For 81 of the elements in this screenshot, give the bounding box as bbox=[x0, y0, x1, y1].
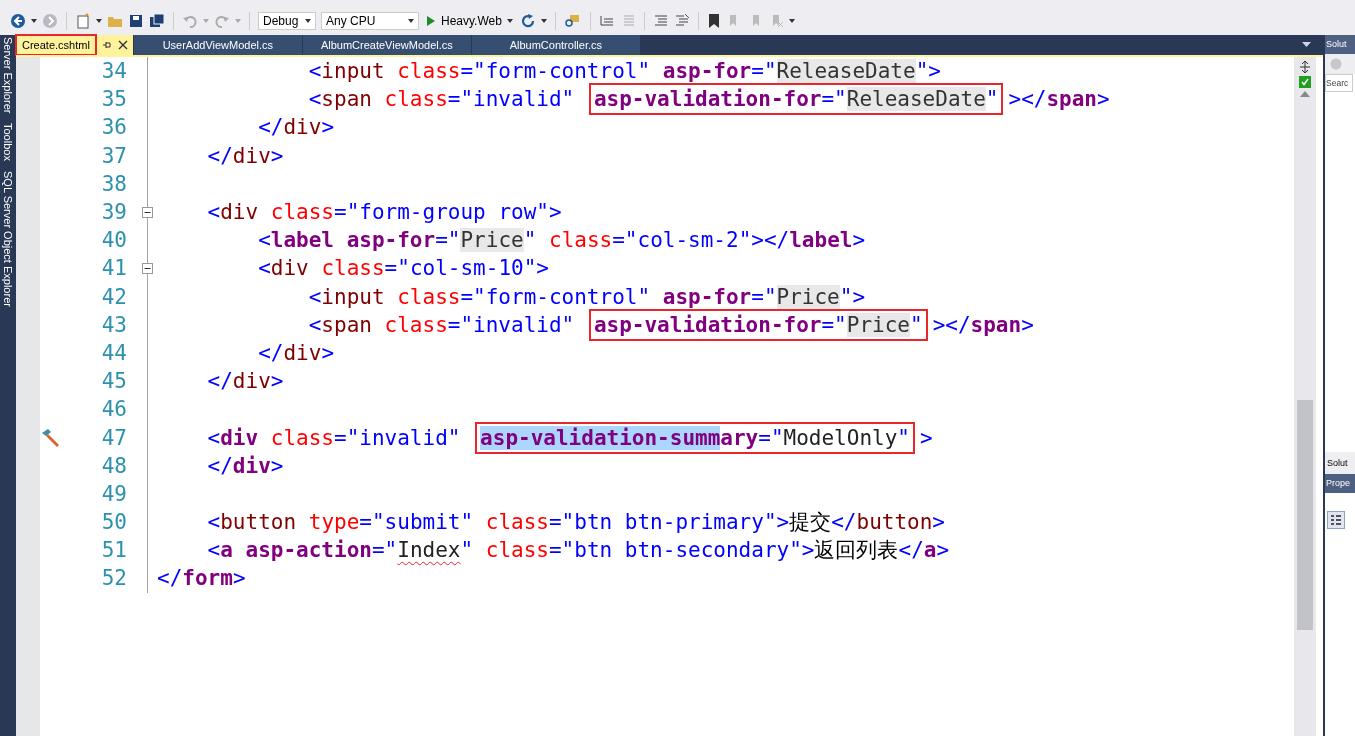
line-number: 51 bbox=[100, 538, 127, 563]
categorized-icon[interactable] bbox=[1327, 511, 1346, 529]
bookmark-icon[interactable] bbox=[706, 12, 721, 29]
panel-title: Solut bbox=[1325, 35, 1355, 54]
side-tab[interactable]: Server Explorer bbox=[0, 37, 16, 114]
close-icon[interactable] bbox=[117, 40, 128, 50]
line-number: 37 bbox=[100, 143, 127, 168]
code-text: </div> bbox=[258, 340, 335, 365]
line-number: 40 bbox=[100, 228, 127, 253]
pin-icon[interactable] bbox=[101, 40, 112, 50]
file-tab[interactable]: Create.cshtml bbox=[16, 35, 96, 55]
comment-icon[interactable] bbox=[652, 12, 669, 29]
search-field[interactable]: Searc bbox=[1325, 74, 1354, 92]
annotation-box: asp-validation-for="ReleaseDate" bbox=[588, 83, 1004, 116]
code-text: ></span> bbox=[932, 312, 1034, 337]
code-text: <label asp-for="Price" class="col-sm-2"></label> bbox=[258, 228, 866, 253]
panel-title: Prope bbox=[1325, 474, 1355, 493]
play-icon bbox=[426, 14, 436, 27]
file-tab[interactable]: AlbumController.cs bbox=[471, 35, 640, 55]
line-number: 45 bbox=[100, 369, 127, 394]
back-icon[interactable] bbox=[10, 12, 26, 29]
hammer-icon[interactable] bbox=[40, 427, 62, 448]
check-icon bbox=[1299, 76, 1312, 88]
new-item-icon[interactable] bbox=[75, 12, 91, 29]
code-text: <input class="form-control" asp-for="ReleaseDate"> bbox=[308, 59, 941, 84]
annotation-box: asp-validation-summary="ModelOnly" bbox=[475, 421, 915, 454]
caret-icon[interactable] bbox=[31, 18, 37, 23]
line-number: 49 bbox=[100, 481, 127, 506]
find-icon[interactable] bbox=[563, 12, 582, 29]
code-text: <div class="form-group row"> bbox=[207, 200, 562, 225]
platform-dropdown[interactable]: Any CPU bbox=[321, 11, 419, 30]
panel-tab[interactable]: Solut bbox=[1325, 452, 1355, 474]
split-icon[interactable] bbox=[1299, 61, 1312, 73]
line-number: 34 bbox=[100, 59, 127, 84]
side-tab[interactable]: SQL Server Object Explorer bbox=[0, 171, 16, 308]
file-tab[interactable]: UserAddViewModel.cs bbox=[133, 35, 302, 55]
code-text: </div> bbox=[207, 143, 284, 168]
line-number: 36 bbox=[100, 115, 127, 140]
caret-icon[interactable] bbox=[788, 18, 795, 23]
code-text: </div> bbox=[207, 369, 284, 394]
line-number: 43 bbox=[100, 312, 127, 337]
uncomment-icon[interactable] bbox=[673, 12, 690, 29]
caret-icon[interactable] bbox=[96, 18, 102, 23]
line-number: 38 bbox=[100, 171, 127, 196]
save-icon[interactable] bbox=[128, 12, 144, 29]
annotation-box: asp-validation-for="Price" bbox=[588, 308, 928, 341]
code-text: <div class="invalid" bbox=[207, 425, 462, 450]
line-number: 41 bbox=[100, 256, 127, 281]
code-text: <button type="submit" class="btn btn-primary">提交</button> bbox=[207, 509, 945, 537]
line-number: 48 bbox=[100, 453, 127, 478]
line-number: 52 bbox=[100, 566, 127, 591]
dropdown-icon[interactable] bbox=[1302, 42, 1312, 48]
caret-icon[interactable] bbox=[540, 18, 547, 23]
code-text: <a asp-action="Index" class="btn btn-secondary">返回列表</a> bbox=[207, 537, 950, 565]
code-text: <div class="col-sm-10"> bbox=[258, 256, 549, 281]
line-number: 47 bbox=[100, 425, 127, 450]
line-number: 35 bbox=[100, 87, 127, 112]
line-number: 46 bbox=[100, 397, 127, 422]
collapse-icon[interactable] bbox=[142, 262, 153, 274]
code-text: > bbox=[920, 425, 933, 450]
scrollbar-thumb[interactable] bbox=[1297, 400, 1314, 630]
file-tab[interactable]: AlbumCreateViewModel.cs bbox=[302, 35, 471, 55]
code-text: </div> bbox=[207, 453, 284, 478]
line-number: 50 bbox=[100, 510, 127, 535]
configuration-dropdown[interactable]: Debug bbox=[258, 11, 316, 30]
collapse-icon[interactable] bbox=[142, 206, 153, 218]
code-text: <span class="invalid" bbox=[308, 312, 576, 337]
code-text: <input class="form-control" asp-for="Price"> bbox=[308, 284, 866, 309]
scroll-up-icon[interactable] bbox=[1300, 91, 1311, 97]
forward-icon[interactable] bbox=[42, 12, 58, 29]
code-text: </form> bbox=[157, 566, 246, 591]
save-all-icon[interactable] bbox=[149, 12, 165, 29]
line-number: 42 bbox=[100, 284, 127, 309]
line-number: 39 bbox=[100, 200, 127, 225]
code-text: ></span> bbox=[1008, 87, 1110, 112]
refresh-icon[interactable] bbox=[519, 12, 536, 29]
code-text: <span class="invalid" bbox=[308, 87, 576, 112]
start-button[interactable]: Heavy.Web bbox=[424, 13, 515, 28]
line-number: 44 bbox=[100, 340, 127, 365]
code-text: </div> bbox=[258, 115, 335, 140]
side-tab[interactable]: Toolbox bbox=[0, 123, 16, 162]
